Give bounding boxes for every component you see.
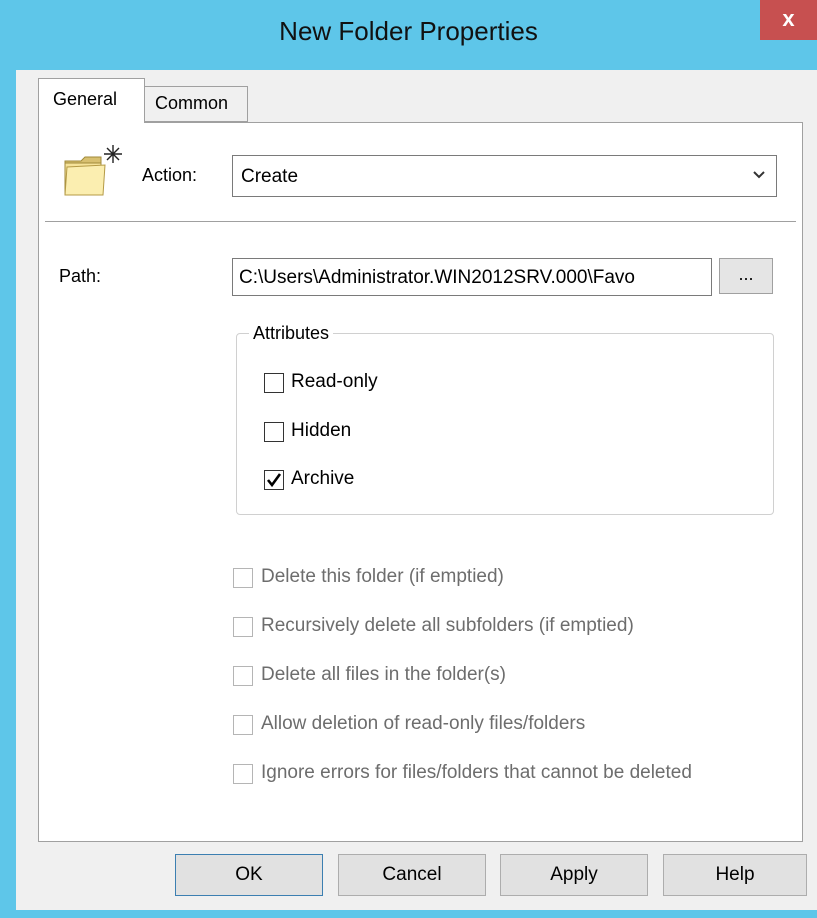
path-value: C:\Users\Administrator.WIN2012SRV.000\Fa… xyxy=(239,267,636,288)
close-button[interactable]: x xyxy=(760,0,817,40)
tab-general-label: General xyxy=(53,89,118,109)
title-bar[interactable]: New Folder Properties x xyxy=(0,0,817,70)
ignore-errors-label: Ignore errors for files/folders that can… xyxy=(261,762,692,783)
read-only-label[interactable]: Read-only xyxy=(291,371,378,393)
window-title: New Folder Properties xyxy=(279,16,538,46)
action-label: Action: xyxy=(142,165,198,185)
recursive-delete-label: Recursively delete all subfolders (if em… xyxy=(261,615,634,636)
general-tab-panel: Action: Create Path: C:\Users\Administra… xyxy=(38,122,803,842)
delete-files-checkbox[interactable] xyxy=(233,666,253,686)
help-button[interactable]: Help xyxy=(663,854,807,896)
allow-readonly-deletion-label: Allow deletion of read-only files/folder… xyxy=(261,713,586,734)
path-label: Path: xyxy=(59,266,102,286)
archive-label[interactable]: Archive xyxy=(291,468,354,490)
hidden-checkbox[interactable] xyxy=(264,422,284,442)
delete-folder-checkbox[interactable] xyxy=(233,568,253,588)
recursive-delete-checkbox[interactable] xyxy=(233,617,253,637)
cancel-button[interactable]: Cancel xyxy=(338,854,486,896)
apply-button[interactable]: Apply xyxy=(500,854,648,896)
archive-checkbox[interactable] xyxy=(264,470,284,490)
new-folder-icon xyxy=(64,145,122,196)
dialog-client-area: General Common Action: Create Path: C:\U… xyxy=(16,70,817,910)
dialog-window: New Folder Properties x General Common A… xyxy=(0,0,817,918)
read-only-checkbox[interactable] xyxy=(264,373,284,393)
hidden-label[interactable]: Hidden xyxy=(291,420,351,442)
browse-button[interactable]: ... xyxy=(719,258,773,294)
path-input[interactable]: C:\Users\Administrator.WIN2012SRV.000\Fa… xyxy=(232,258,712,296)
action-value: Create xyxy=(241,166,299,187)
delete-files-label: Delete all files in the folder(s) xyxy=(261,664,506,685)
action-dropdown[interactable]: Create xyxy=(232,155,777,197)
delete-folder-label: Delete this folder (if emptied) xyxy=(261,566,504,587)
separator xyxy=(45,221,796,222)
checkmark-icon xyxy=(266,473,282,488)
tab-common[interactable]: Common xyxy=(144,86,248,122)
ignore-errors-checkbox[interactable] xyxy=(233,764,253,784)
attributes-title: Attributes xyxy=(249,323,334,344)
close-icon: x xyxy=(782,6,795,31)
tab-common-label: Common xyxy=(155,93,229,113)
allow-readonly-deletion-checkbox[interactable] xyxy=(233,715,253,735)
chevron-down-icon xyxy=(752,164,766,189)
tab-general[interactable]: General xyxy=(38,78,145,123)
ok-button[interactable]: OK xyxy=(175,854,323,896)
